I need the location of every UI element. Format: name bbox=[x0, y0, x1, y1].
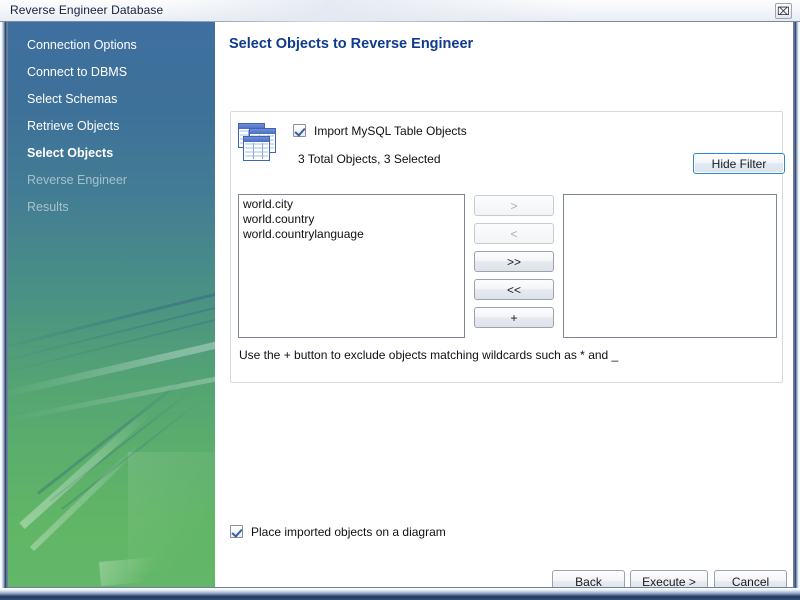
sidebar-decoration-line bbox=[49, 386, 197, 502]
execute-button[interactable]: Execute > bbox=[630, 570, 708, 588]
sidebar-decoration-highlight bbox=[29, 442, 142, 552]
back-label: Back bbox=[575, 574, 602, 588]
sidebar-decoration-line bbox=[8, 286, 215, 368]
list-item[interactable]: world.countrylanguage bbox=[239, 227, 464, 242]
place-on-diagram-row: Place imported objects on a diagram bbox=[230, 525, 446, 539]
sidebar-item-retrieve-objects[interactable]: Retrieve Objects bbox=[8, 113, 215, 140]
available-objects-listbox[interactable]: world.city world.country world.countryla… bbox=[238, 194, 465, 338]
title-bar-sheen bbox=[160, 0, 580, 22]
back-button[interactable]: Back bbox=[552, 570, 625, 588]
move-right-button: > bbox=[474, 195, 554, 216]
content-pane: Select Objects to Reverse Engineer Impor… bbox=[215, 22, 793, 588]
object-filter-panel: Import MySQL Table Objects 3 Total Objec… bbox=[230, 111, 785, 383]
place-on-diagram-checkbox[interactable] bbox=[230, 525, 243, 538]
sidebar-item-label: Reverse Engineer bbox=[27, 173, 128, 187]
move-all-right-label: >> bbox=[506, 254, 521, 269]
sidebar-item-label: Connection Options bbox=[27, 38, 137, 52]
wildcard-hint-text: Use the + button to exclude objects matc… bbox=[239, 348, 619, 362]
sidebar-decoration-line bbox=[61, 397, 205, 510]
move-left-button: < bbox=[474, 223, 554, 244]
move-all-left-button[interactable]: << bbox=[474, 279, 554, 300]
cancel-button[interactable]: Cancel bbox=[714, 570, 787, 588]
sidebar-item-label: Connect to DBMS bbox=[27, 65, 128, 79]
wizard-step-list: Connection Options Connect to DBMS Selec… bbox=[8, 22, 215, 221]
place-on-diagram-label: Place imported objects on a diagram bbox=[251, 525, 446, 539]
close-glyph: ⌧ bbox=[777, 4, 790, 18]
window-client-area: Connection Options Connect to DBMS Selec… bbox=[7, 22, 794, 588]
available-objects-items: world.city world.country world.countryla… bbox=[239, 195, 464, 242]
sidebar-decoration-highlight bbox=[19, 409, 152, 529]
import-mysql-table-objects-label: Import MySQL Table Objects bbox=[314, 124, 467, 138]
sidebar-item-label: Results bbox=[27, 200, 69, 214]
window-frame-left bbox=[0, 0, 7, 600]
sidebar-decoration-highlight bbox=[98, 555, 171, 586]
window-frame-right bbox=[794, 0, 800, 600]
sidebar-item-results: Results bbox=[8, 194, 215, 221]
move-right-label: > bbox=[510, 198, 518, 213]
import-mysql-table-objects-row: Import MySQL Table Objects bbox=[293, 124, 467, 138]
window-title: Reverse Engineer Database bbox=[10, 3, 164, 17]
sidebar-decoration-band bbox=[128, 452, 215, 572]
execute-label: Execute > bbox=[642, 574, 696, 588]
sidebar-item-connection-options[interactable]: Connection Options bbox=[8, 32, 215, 59]
hide-filter-button[interactable]: Hide Filter bbox=[693, 153, 785, 174]
window-frame-bottom bbox=[0, 588, 800, 600]
excluded-objects-listbox[interactable] bbox=[563, 194, 777, 338]
sidebar-item-reverse-engineer: Reverse Engineer bbox=[8, 167, 215, 194]
sidebar-decoration-highlight bbox=[8, 324, 215, 399]
move-left-label: < bbox=[510, 226, 518, 241]
excluded-objects-items bbox=[564, 195, 776, 197]
move-all-left-label: << bbox=[506, 282, 521, 297]
sidebar-decoration-highlight bbox=[8, 367, 215, 422]
add-wildcard-button[interactable]: + bbox=[474, 307, 554, 328]
list-item[interactable]: world.city bbox=[239, 197, 464, 212]
sidebar-decoration-line bbox=[8, 298, 215, 380]
import-mysql-table-objects-checkbox[interactable] bbox=[293, 124, 306, 137]
cancel-label: Cancel bbox=[731, 574, 770, 588]
footer-button-bar: Back Execute > Cancel bbox=[215, 570, 793, 588]
wizard-step-sidebar: Connection Options Connect to DBMS Selec… bbox=[8, 22, 215, 587]
sidebar-decoration-line bbox=[8, 272, 215, 355]
sidebar-item-select-schemas[interactable]: Select Schemas bbox=[8, 86, 215, 113]
sidebar-item-label: Select Objects bbox=[27, 146, 114, 160]
sidebar-decoration-line bbox=[37, 375, 189, 495]
page-title: Select Objects to Reverse Engineer bbox=[229, 36, 474, 52]
object-totals-text: 3 Total Objects, 3 Selected bbox=[298, 152, 441, 166]
sidebar-item-label: Retrieve Objects bbox=[27, 119, 120, 133]
sidebar-item-connect-to-dbms[interactable]: Connect to DBMS bbox=[8, 59, 215, 86]
sidebar-item-label: Select Schemas bbox=[27, 92, 118, 106]
sidebar-item-select-objects[interactable]: Select Objects bbox=[8, 140, 215, 167]
hide-filter-label: Hide Filter bbox=[711, 156, 767, 171]
list-item[interactable]: world.country bbox=[239, 212, 464, 227]
add-wildcard-label: + bbox=[510, 310, 518, 325]
move-all-right-button[interactable]: >> bbox=[474, 251, 554, 272]
close-icon[interactable]: ⌧ bbox=[775, 3, 792, 19]
reverse-engineer-database-window: Reverse Engineer Database ⌧ Connection O… bbox=[0, 0, 800, 600]
stacked-tables-icon bbox=[238, 123, 280, 163]
title-bar: Reverse Engineer Database ⌧ bbox=[0, 0, 800, 22]
